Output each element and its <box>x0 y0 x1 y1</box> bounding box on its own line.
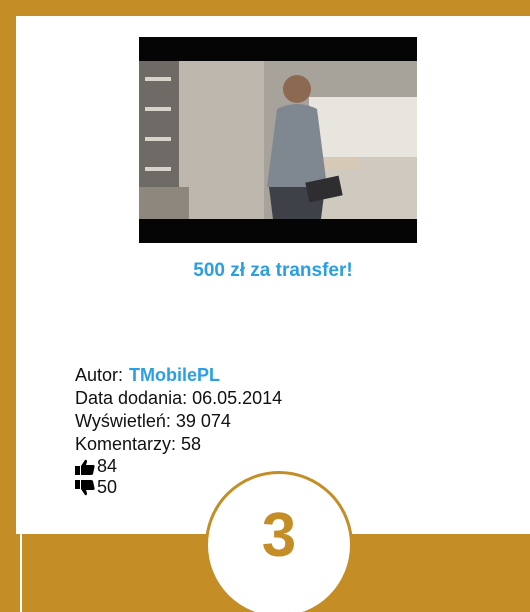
video-thumbnail[interactable] <box>139 37 417 243</box>
date-added: Data dodania: 06.05.2014 <box>75 388 283 408</box>
video-frame-image <box>139 37 417 243</box>
video-title-link[interactable]: 500 zł za transfer! <box>16 260 530 282</box>
dislikes-count: 50 <box>97 477 118 497</box>
author-link[interactable]: TMobilePL <box>129 364 220 387</box>
author-row: Autor: TMobilePL <box>75 364 282 387</box>
thumbs-up-icon <box>75 459 95 475</box>
view-count: Wyświetleń: 39 074 <box>75 411 231 431</box>
author-label: Autor: <box>75 365 124 385</box>
frame-left-border <box>0 0 16 612</box>
likes-row: 84 <box>75 456 282 477</box>
card-left-edge <box>20 370 22 612</box>
rank-badge: 3 <box>205 471 353 612</box>
rank-number: 3 <box>261 501 297 570</box>
comment-count: Komentarzy: 58 <box>75 434 202 454</box>
likes-count: 84 <box>97 456 118 476</box>
thumbs-down-icon <box>75 479 95 495</box>
